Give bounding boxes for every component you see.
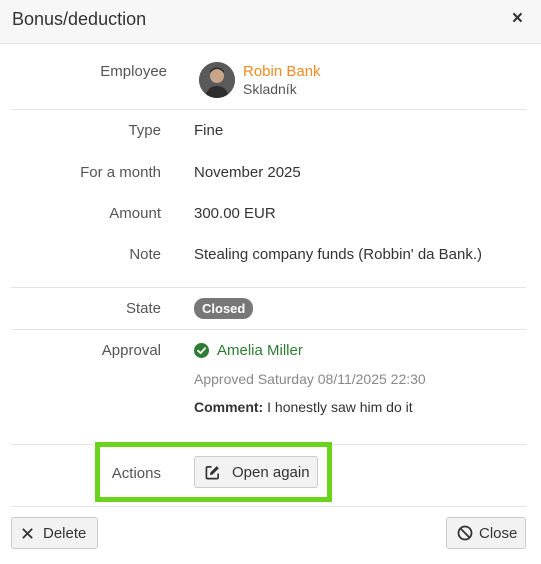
x-icon [22, 527, 33, 539]
employee-name-link[interactable]: Robin Bank [243, 63, 321, 80]
amount-label: Amount [109, 205, 161, 222]
employee-role: Skladník [243, 81, 297, 97]
note-value: Stealing company funds (Robbin' da Bank.… [194, 246, 483, 263]
note-label: Note [129, 246, 161, 263]
status-badge: Closed [194, 298, 254, 319]
close-button[interactable]: Close [446, 517, 526, 549]
approval-comment: Comment: I honestly saw him do it [194, 399, 413, 415]
approval-label: Approval [101, 342, 161, 359]
close-label: Close [479, 524, 518, 542]
avatar[interactable] [199, 62, 235, 98]
dialog-header: Bonus/deduction × [0, 0, 541, 44]
open-again-button[interactable]: Open again [194, 456, 318, 488]
person-avatar-icon [199, 62, 235, 98]
delete-label: Delete [43, 524, 87, 542]
ban-icon [457, 525, 473, 541]
actions-label: Actions [111, 465, 161, 482]
employee-label: Employee [100, 63, 167, 80]
divider [11, 329, 526, 330]
month-value: November 2025 [194, 164, 301, 181]
divider [11, 287, 526, 288]
delete-button[interactable]: Delete [11, 517, 98, 549]
approver-name: Amelia Miller [217, 342, 303, 359]
edit-icon [205, 465, 219, 479]
type-value: Fine [194, 122, 224, 139]
dialog-title: Bonus/deduction [12, 9, 147, 29]
check-circle-icon [194, 343, 209, 358]
comment-text: I honestly saw him do it [267, 399, 413, 415]
type-label: Type [128, 122, 161, 139]
month-label: For a month [80, 164, 161, 181]
amount-value: 300.00 EUR [194, 205, 276, 222]
close-icon[interactable]: × [512, 9, 523, 29]
divider [11, 506, 526, 507]
approval-timestamp: Approved Saturday 08/11/2025 22:30 [194, 371, 426, 387]
state-label: State [125, 300, 161, 317]
divider [11, 109, 526, 110]
open-again-label: Open again [232, 463, 310, 481]
comment-label: Comment: [194, 399, 264, 415]
